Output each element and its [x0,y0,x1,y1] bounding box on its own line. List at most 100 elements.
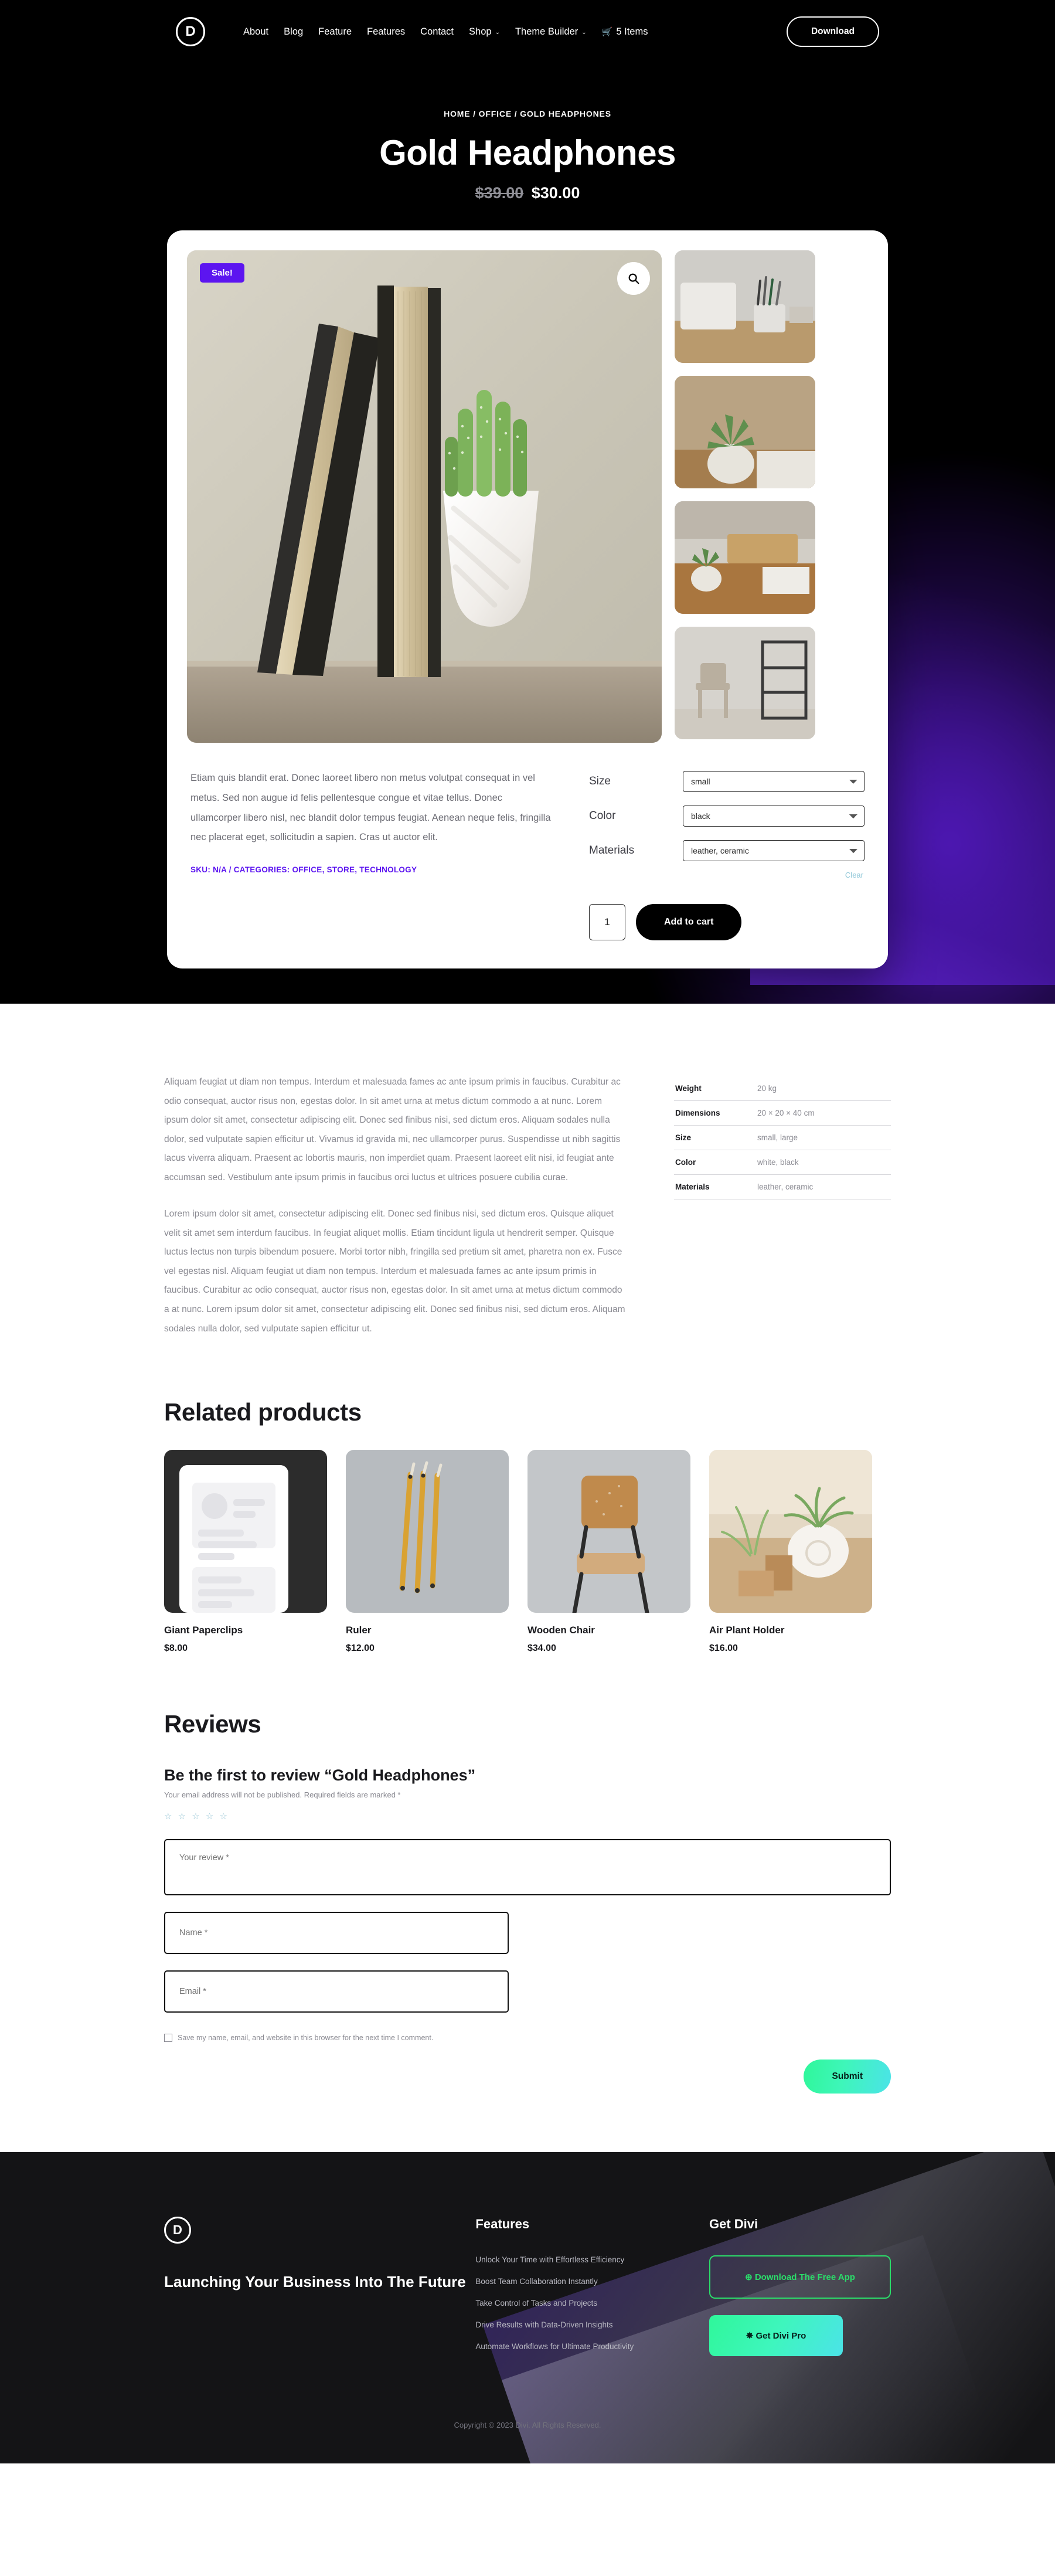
thumbnail-3[interactable] [675,501,815,614]
download-free-app-button[interactable]: ⊕ Download The Free App [709,2255,891,2299]
materials-select[interactable]: leather, ceramic [683,840,865,861]
footer-logo-letter: D [173,2222,182,2238]
review-privacy-note: Your email address will not be published… [164,1790,401,1800]
related-product-name[interactable]: Wooden Chair [528,1625,690,1636]
related-product-name[interactable]: Air Plant Holder [709,1625,872,1636]
submit-button[interactable]: Submit [804,2060,891,2094]
submit-row: Submit [164,2060,891,2094]
nav-item-about[interactable]: About [236,26,276,38]
zoom-image-button[interactable] [617,262,650,295]
review-textarea[interactable] [164,1839,891,1896]
table-row: Weight 20 kg [674,1076,891,1101]
related-product-image-1[interactable] [164,1450,327,1613]
desk-with-laptop-thumb [675,501,815,614]
footer-features-column: Features Unlock Your Time with Effortles… [475,2217,709,2356]
save-info-row: Save my name, email, and website in this… [164,2034,891,2043]
main-product-image[interactable]: Sale! [187,250,662,743]
nav-item-cart[interactable]: 🛒 5 Items [594,26,656,38]
original-price: $39.00 [475,184,524,202]
magnifier-icon [628,273,639,284]
nav-item-theme-builder[interactable]: Theme Builder ⌄ [508,26,594,38]
table-row: Color white, black [674,1150,891,1175]
variation-form: Size small Color black Materials leather… [589,769,865,940]
divi-logo-icon[interactable]: D [176,17,205,46]
related-product-card: Giant Paperclips $8.00 [164,1450,327,1654]
related-product-image-3[interactable] [528,1450,690,1613]
table-row: Size small, large [674,1126,891,1150]
chevron-down-icon: ⌄ [581,29,587,36]
spec-value: 20 × 20 × 40 cm [757,1109,815,1117]
potted-succulent-thumb [675,376,815,488]
related-product-card: Wooden Chair $34.00 [528,1450,690,1654]
details-container: Aliquam feugiat ut diam non tempus. Inte… [164,1073,891,2152]
short-description-column: Etiam quis blandit erat. Donec laoreet l… [190,769,554,940]
download-circle-icon: ⊕ [745,2272,753,2283]
nav-item-blog[interactable]: Blog [276,26,311,38]
nav-item-shop[interactable]: Shop ⌄ [461,26,508,38]
divi-logo-icon-footer[interactable]: D [164,2217,191,2244]
footer-link-4[interactable]: Drive Results with Data-Driven Insights [475,2320,709,2329]
add-to-cart-button[interactable]: Add to cart [636,904,742,940]
attribute-row-color: Color black [589,806,865,827]
short-description: Etiam quis blandit erat. Donec laoreet l… [190,773,551,843]
related-product-name[interactable]: Ruler [346,1625,509,1636]
related-products-grid: Giant Paperclips $8.00 Ruler $12.00 Wood… [164,1450,891,1654]
price-row: $39.00 $30.00 [0,184,1055,202]
long-paragraph-1: Aliquam feugiat ut diam non tempus. Inte… [164,1077,621,1182]
get-divi-pro-label: Get Divi Pro [755,2331,806,2341]
nav-label: Shop [469,26,492,37]
footer-link-3[interactable]: Take Control of Tasks and Projects [475,2299,709,2307]
related-product-card: Air Plant Holder $16.00 [709,1450,872,1654]
footer-link-5[interactable]: Automate Workflows for Ultimate Producti… [475,2342,709,2351]
footer-link-1[interactable]: Unlock Your Time with Effortless Efficie… [475,2255,709,2264]
related-product-name[interactable]: Giant Paperclips [164,1625,327,1636]
footer-link-2[interactable]: Boost Team Collaboration Instantly [475,2277,709,2286]
sku-and-categories[interactable]: SKU: N/A / CATEGORIES: OFFICE, STORE, TE… [190,865,554,874]
spec-key: Weight [675,1084,702,1093]
nav-label: Features [367,26,406,37]
name-input[interactable] [164,1912,509,1955]
star-rating-selector[interactable]: ☆ ☆ ☆ ☆ ☆ [164,1811,891,1821]
sale-price: $30.00 [531,184,580,202]
burst-icon: ✸ [746,2331,754,2341]
clear-variations-link[interactable]: Clear [845,871,863,879]
related-product-image-2[interactable] [346,1450,509,1613]
download-button[interactable]: Download [786,16,879,47]
footer-tagline: Launching Your Business Into The Future [164,2273,466,2291]
nav-item-feature[interactable]: Feature [311,26,359,38]
thumbnail-4[interactable] [675,627,815,739]
related-product-image-4[interactable] [709,1450,872,1613]
footer-features-heading: Features [475,2217,530,2232]
footer-cta-heading: Get Divi [709,2217,758,2232]
clear-row: Clear [589,870,865,881]
chevron-down-icon: ⌄ [495,29,500,36]
footer-brand: D Launching Your Business Into The Futur… [164,2217,475,2356]
nav-item-features[interactable]: Features [359,26,413,38]
thumbnail-1[interactable] [675,250,815,363]
spec-value: 20 kg [757,1084,777,1093]
color-select[interactable]: black [683,806,865,827]
purchase-row: Add to cart [589,904,865,940]
air-plant-holder-photo [709,1450,872,1613]
save-info-label: Save my name, email, and website in this… [178,2034,434,2043]
chairs-and-shelving-thumb [675,627,815,739]
email-input[interactable] [164,1970,509,2013]
long-description: Aliquam feugiat ut diam non tempus. Inte… [164,1073,627,1356]
size-select[interactable]: small [683,771,865,792]
spec-key: Color [675,1158,696,1167]
attribute-row-size: Size small [589,771,865,792]
related-product-price: $34.00 [528,1643,556,1654]
nav-item-contact[interactable]: Contact [413,26,461,38]
nav-label: Feature [318,26,352,37]
quantity-input[interactable] [589,904,625,940]
footer-features-links: Unlock Your Time with Effortless Efficie… [475,2255,709,2351]
save-info-checkbox[interactable] [164,2034,172,2043]
ruler-pencils-photo [346,1450,509,1613]
wooden-chair-photo [528,1450,690,1613]
get-divi-pro-button[interactable]: ✸ Get Divi Pro [709,2315,843,2357]
thumbnail-2[interactable] [675,376,815,488]
giant-paperclips-photo [164,1450,327,1613]
hero-header: HOME / OFFICE / GOLD HEADPHONES Gold Hea… [0,63,1055,202]
related-product-price: $16.00 [709,1643,738,1654]
breadcrumb[interactable]: HOME / OFFICE / GOLD HEADPHONES [0,109,1055,118]
